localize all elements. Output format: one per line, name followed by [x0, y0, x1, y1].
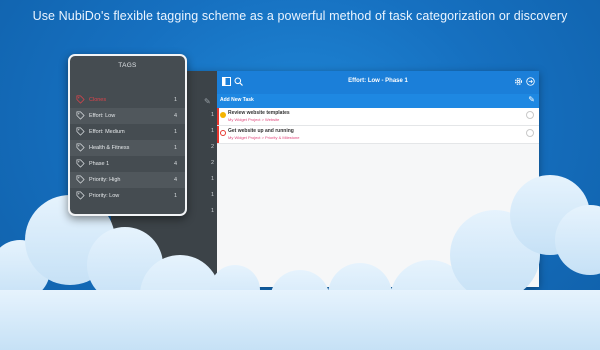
tag-name: Phase 1 [89, 161, 110, 167]
tag-item[interactable]: Clones 1 [70, 92, 185, 108]
tags-popover: TAGS Clones 1 Effort: Low 4 Effort: Medi… [68, 54, 187, 216]
tag-count: 1 [173, 97, 177, 103]
tag-count: 1 [173, 193, 177, 199]
tag-name: Effort: Low [89, 113, 116, 119]
sidebar-count: 1 [210, 208, 214, 214]
sidebar-count: 1 [210, 128, 214, 134]
tag-icon [76, 191, 85, 200]
tag-icon [76, 175, 85, 184]
main-panel: Effort: Low - Phase 1 Add New Task ✎ Rev… [217, 71, 539, 287]
task-check-icon[interactable] [220, 112, 226, 118]
tag-item[interactable]: Phase 1 4 [70, 156, 185, 172]
tag-icon [76, 127, 85, 136]
tag-item[interactable]: Priority: Low 1 [70, 188, 185, 204]
tag-name: Priority: High [89, 177, 121, 183]
headline: Use NubiDo's flexible tagging scheme as … [32, 9, 568, 23]
sidebar-count: 2 [210, 144, 214, 150]
task-row[interactable]: Get website up and running My Widget Pro… [217, 126, 539, 144]
sidebar-count: 2 [210, 160, 214, 166]
sidebar-count: 1 [210, 176, 214, 182]
tags-header: TAGS [118, 62, 137, 69]
task-meta: My Widget Project > Priority & Milestone [228, 135, 300, 140]
tag-name: Effort: Medium [89, 129, 125, 135]
page-title: Effort: Low - Phase 1 [348, 78, 408, 84]
share-icon[interactable] [525, 77, 536, 88]
tag-name: Health & Fitness [89, 145, 130, 151]
tag-count: 4 [173, 161, 177, 167]
edit-pencil-icon[interactable]: ✎ [204, 97, 211, 106]
task-title: Review website templates [228, 110, 290, 116]
tag-item[interactable]: Effort: Medium 1 [70, 124, 185, 140]
tag-name: Priority: Low [89, 193, 120, 199]
top-bar: Effort: Low - Phase 1 [217, 71, 539, 94]
gear-icon[interactable] [513, 77, 524, 88]
pencil-icon[interactable]: ✎ [528, 95, 535, 104]
priority-flag [217, 108, 219, 125]
tag-count: 4 [173, 113, 177, 119]
tag-item[interactable]: Priority: High 4 [70, 172, 185, 188]
sidebar-count: 1 [210, 192, 214, 198]
tag-icon [76, 159, 85, 168]
add-task-label[interactable]: Add New Task [220, 97, 254, 103]
tag-count: 1 [173, 145, 177, 151]
tag-item[interactable]: Effort: Low 4 [70, 108, 185, 124]
tag-icon [76, 111, 85, 120]
tag-count: 1 [173, 129, 177, 135]
tag-name: Clones [89, 97, 107, 103]
tag-icon [76, 143, 85, 152]
task-meta: My Widget Project > Website [228, 117, 280, 122]
priority-flag [217, 126, 219, 143]
add-task-bar[interactable]: Add New Task ✎ [217, 94, 539, 108]
task-row[interactable]: Review website templates My Widget Proje… [217, 108, 539, 126]
task-status-ring-icon[interactable] [526, 111, 534, 119]
tag-icon [76, 95, 85, 104]
task-title: Get website up and running [228, 128, 294, 134]
task-status-ring-icon[interactable] [526, 129, 534, 137]
task-check-icon[interactable] [220, 130, 226, 136]
tag-item[interactable]: Health & Fitness 1 [70, 140, 185, 156]
sidebar-count: 1 [210, 112, 214, 118]
tag-count: 4 [173, 177, 177, 183]
